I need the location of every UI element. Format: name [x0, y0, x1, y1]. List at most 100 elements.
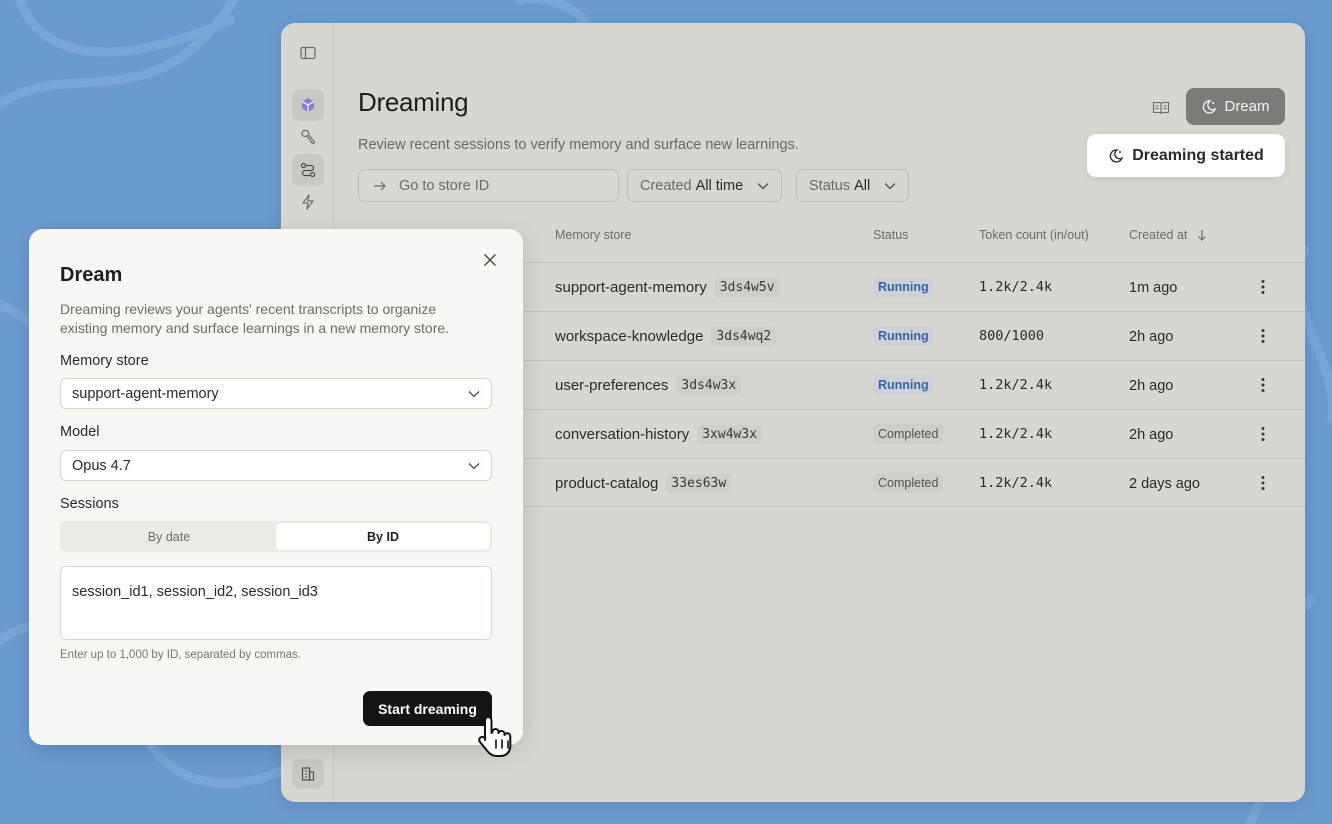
status-badge: Completed: [873, 424, 944, 444]
row-menu-button[interactable]: [1253, 459, 1273, 507]
created-at: 2h ago: [1129, 427, 1174, 443]
created-at: 2h ago: [1129, 378, 1174, 394]
page-title: Dreaming: [358, 87, 469, 117]
store-id: 3xw4w3x: [697, 424, 763, 444]
store-id: 3ds4w3x: [676, 375, 742, 395]
kebab-icon: [1253, 475, 1273, 491]
store-name[interactable]: workspace-knowledge: [555, 328, 703, 345]
dialog-description: Dreaming reviews your agents' recent tra…: [60, 301, 450, 336]
table-row[interactable]: user-preferences 3ds4w3x Running 1.2k/2.4k 2…: [522, 360, 1305, 409]
store-name[interactable]: support-agent-memory: [555, 279, 707, 296]
token-count-cell: 1.2k/2.4k: [979, 263, 1052, 311]
kebab-icon: [1253, 377, 1273, 393]
token-count-cell: 1.2k/2.4k: [979, 361, 1052, 409]
nav-dreaming-button[interactable]: [292, 154, 324, 186]
kebab-icon: [1253, 328, 1273, 344]
moon-icon: [1203, 99, 1217, 114]
wrench-icon: [301, 129, 315, 145]
session-ids-textarea[interactable]: session_id1, session_id2, session_id3: [60, 566, 492, 640]
building-icon: [301, 767, 315, 781]
created-filter[interactable]: Created All time: [627, 169, 783, 202]
status-cell: Completed: [873, 410, 944, 458]
model-label: Model: [60, 424, 100, 440]
created-at: 2h ago: [1129, 329, 1174, 345]
chevron-down-icon: [757, 182, 769, 190]
start-dreaming-button[interactable]: Start dreaming: [363, 691, 492, 726]
memory-store-cell: product-catalog 33es63w: [555, 459, 732, 507]
model-select[interactable]: Opus 4.7: [60, 450, 492, 481]
organization-button[interactable]: [292, 759, 324, 789]
nav-memory-button[interactable]: [292, 89, 324, 121]
token-count-cell: 1.2k/2.4k: [979, 459, 1052, 507]
header-memory-store: Memory store: [555, 228, 632, 242]
header-status: Status: [873, 228, 909, 242]
header-created-at[interactable]: Created at: [1129, 228, 1207, 242]
session-ids-hint: Enter up to 1,000 by ID, separated by co…: [60, 649, 301, 661]
table-row[interactable]: product-catalog 33es63w Completed 1.2k/2.4k…: [522, 458, 1305, 507]
store-name[interactable]: product-catalog: [555, 475, 658, 492]
sessions-mode-toggle: By date By ID: [60, 521, 492, 552]
nav-tools-button[interactable]: [292, 121, 324, 153]
toast-text: Dreaming started: [1132, 146, 1264, 164]
token-count: 800/1000: [979, 328, 1045, 344]
status-filter[interactable]: Status All: [796, 169, 910, 202]
token-count: 1.2k/2.4k: [979, 475, 1053, 491]
arrow-down-icon: [1198, 230, 1207, 241]
segment-by-id[interactable]: By ID: [276, 523, 490, 550]
close-button[interactable]: [480, 250, 500, 270]
dreaming-started-toast: Dreaming started: [1087, 134, 1285, 177]
created-at: 1m ago: [1129, 280, 1178, 296]
store-id: 33es63w: [666, 473, 732, 493]
model-value: Opus 4.7: [72, 457, 131, 474]
chevron-down-icon: [884, 182, 896, 190]
status-cell: Running: [873, 312, 934, 360]
nav-automation-button[interactable]: [292, 186, 324, 218]
table-row[interactable]: support-agent-memory 3ds4w5v Running 1.2k/2…: [522, 262, 1305, 311]
route-icon: [300, 162, 316, 178]
go-to-store-placeholder: Go to store ID: [399, 177, 490, 194]
chevron-down-icon: [468, 462, 480, 469]
moon-icon: [1109, 148, 1124, 163]
row-menu-button[interactable]: [1253, 361, 1273, 409]
status-cell: Running: [873, 361, 934, 409]
row-menu-button[interactable]: [1253, 263, 1273, 311]
table-row[interactable]: conversation-history 3xw4w3x Completed 1.2k…: [522, 409, 1305, 458]
created-cell: 2 days ago: [1129, 460, 1200, 508]
filter-label: Created: [640, 177, 692, 194]
filter-value: All: [854, 177, 871, 194]
status-badge: Running: [873, 326, 934, 346]
page-subtitle: Review recent sessions to verify memory …: [358, 137, 799, 153]
book-icon: [1152, 101, 1170, 115]
created-cell: 1m ago: [1129, 264, 1177, 312]
memory-store-select[interactable]: support-agent-memory: [60, 378, 492, 409]
go-to-store-input[interactable]: Go to store ID: [358, 169, 619, 202]
status-badge: Running: [873, 277, 934, 297]
dream-dialog: Dream Dreaming reviews your agents' rece…: [29, 229, 523, 745]
filter-value: All time: [695, 177, 744, 194]
memory-store-value: support-agent-memory: [72, 385, 219, 402]
memory-store-cell: support-agent-memory 3ds4w5v: [555, 263, 780, 311]
docs-button[interactable]: [1146, 95, 1176, 121]
hand-cursor-icon: [478, 716, 512, 757]
store-name[interactable]: user-preferences: [555, 377, 668, 394]
table-row[interactable]: workspace-knowledge 3ds4wq2 Running 800/100…: [522, 311, 1305, 360]
header-created-label: Created at: [1129, 228, 1188, 242]
status-badge: Completed: [873, 473, 944, 493]
row-menu-button[interactable]: [1253, 410, 1273, 458]
kebab-icon: [1253, 426, 1273, 442]
store-name[interactable]: conversation-history: [555, 426, 689, 443]
chevron-down-icon: [468, 390, 480, 397]
cube-icon: [301, 98, 315, 112]
lightning-icon: [302, 194, 314, 210]
store-id: 3ds4wq2: [711, 326, 777, 346]
row-menu-button[interactable]: [1253, 312, 1273, 360]
filter-label: Status: [809, 177, 851, 194]
dream-button-label: Dream: [1224, 98, 1270, 115]
token-count: 1.2k/2.4k: [979, 426, 1053, 442]
kebab-icon: [1253, 279, 1273, 295]
segment-by-date[interactable]: By date: [62, 523, 276, 550]
dream-button[interactable]: Dream: [1186, 88, 1285, 125]
memory-store-cell: workspace-knowledge 3ds4wq2: [555, 312, 777, 360]
sidebar-toggle-button[interactable]: [292, 37, 324, 69]
dialog-title: Dream: [60, 264, 123, 286]
